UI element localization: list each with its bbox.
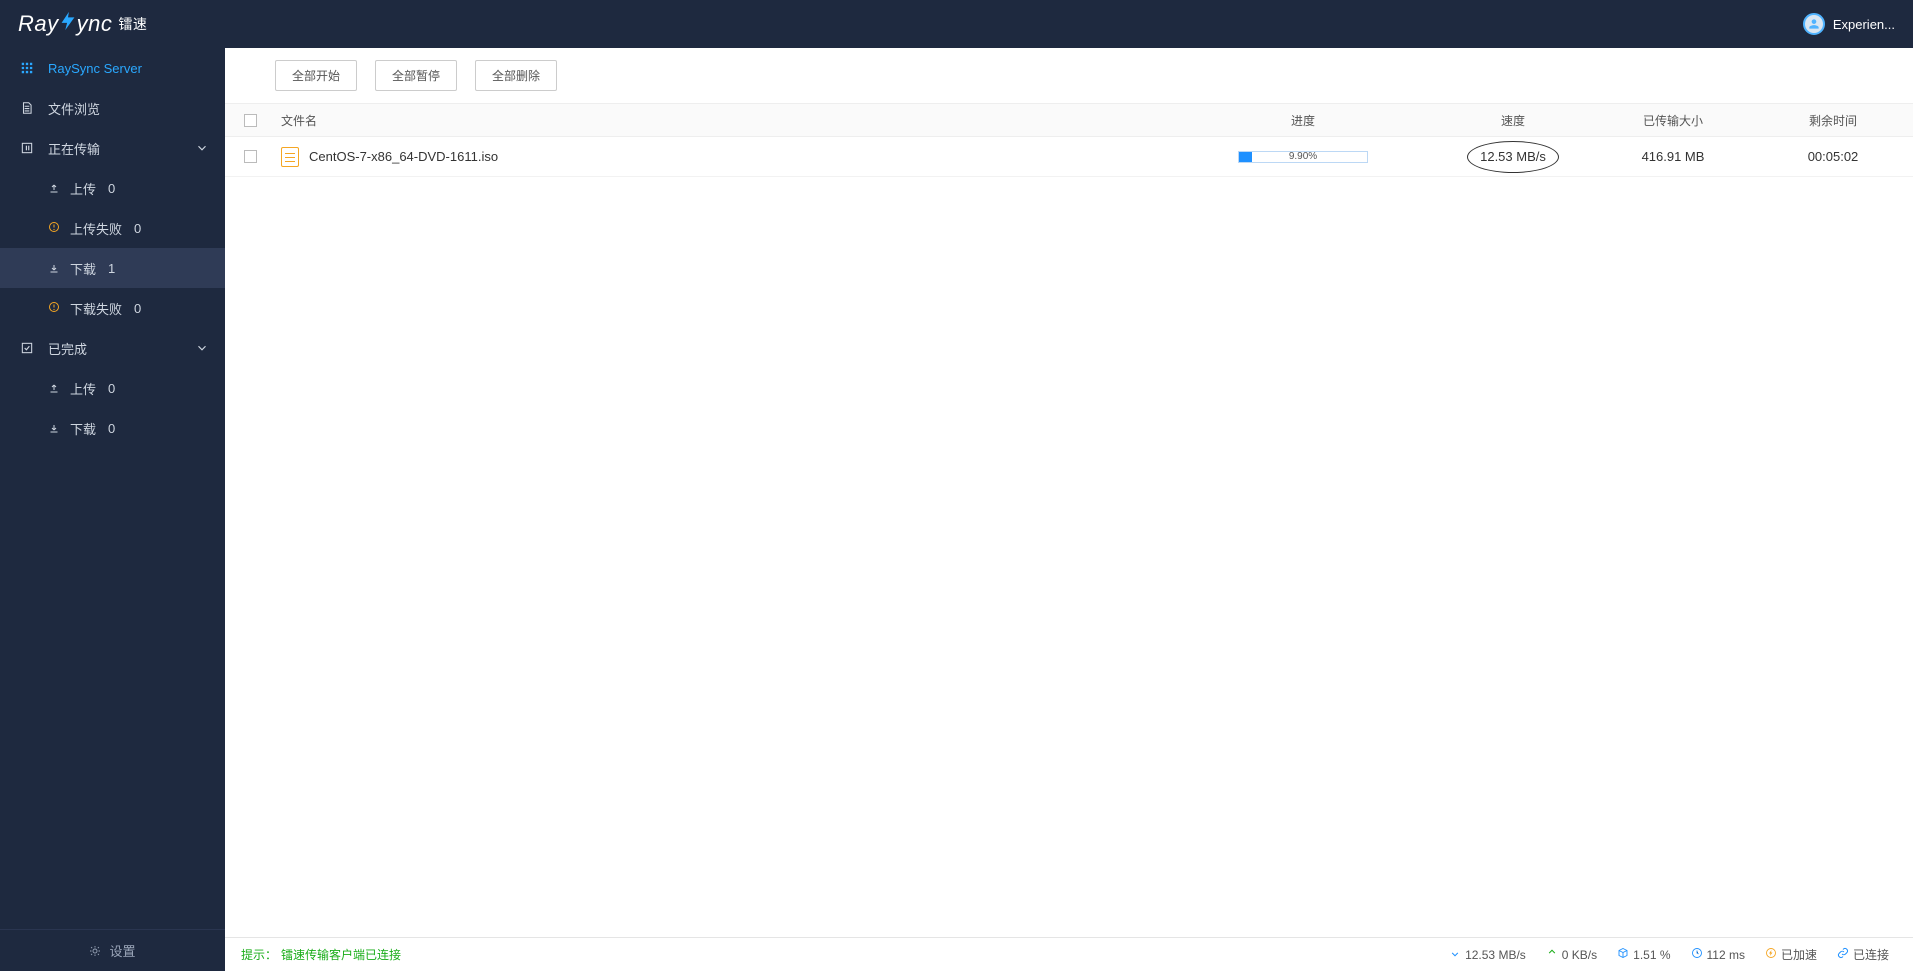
sidebar-sub-upload-fail[interactable]: 上传失败 0: [0, 208, 225, 248]
sidebar-sub-label: 上传: [70, 379, 96, 398]
row-checkbox[interactable]: [244, 150, 257, 163]
avatar-icon: [1803, 13, 1825, 35]
sidebar-sub-download-fail[interactable]: 下载失败 0: [0, 288, 225, 328]
document-icon: [281, 147, 299, 167]
status-bar: 提示： 镭速传输客户端已连接 12.53 MB/s 0 KB/s 1.51 %: [225, 937, 1913, 971]
progress-text: 9.90%: [1239, 152, 1367, 162]
main-panel: 全部开始 全部暂停 全部删除 文件名 进度 速度 已传输大小 剩余时间 Cent…: [225, 48, 1913, 971]
col-progress-header: 进度: [1173, 112, 1433, 129]
status-hint-label: 提示：: [241, 946, 277, 963]
col-name-header: 文件名: [275, 112, 1173, 129]
cube-icon: [1617, 947, 1629, 962]
status-accel: 已加速: [1757, 946, 1825, 963]
sidebar-item-browse[interactable]: 文件浏览: [0, 88, 225, 128]
bolt-icon: [1765, 947, 1777, 962]
col-size-header: 已传输大小: [1593, 112, 1753, 129]
sidebar-sub-label: 下载失败: [70, 299, 122, 318]
status-latency: 112 ms: [1683, 947, 1753, 962]
pause-all-button[interactable]: 全部暂停: [375, 60, 457, 91]
link-icon: [1837, 947, 1849, 962]
sidebar-sub-upload[interactable]: 上传 0: [0, 168, 225, 208]
user-label: Experien...: [1833, 17, 1895, 32]
download-icon: [48, 262, 60, 274]
status-conn: 已连接: [1829, 946, 1897, 963]
col-time-header: 剩余时间: [1753, 112, 1913, 129]
upload-icon: [48, 382, 60, 394]
logo-text-ray: Ray: [18, 11, 59, 37]
warning-icon: [48, 221, 60, 236]
bolt-icon: [57, 10, 79, 39]
sidebar-item-completed[interactable]: 已完成: [0, 328, 225, 368]
sidebar-sub-label: 上传: [70, 179, 96, 198]
sidebar-sub-c-download[interactable]: 下载 0: [0, 408, 225, 448]
sidebar-sub-count: 0: [108, 181, 115, 196]
sidebar-sub-download[interactable]: 下载 1: [0, 248, 225, 288]
status-loss: 1.51 %: [1609, 947, 1678, 962]
sidebar-sub-count: 0: [108, 421, 115, 436]
chevron-down-icon: [195, 141, 209, 155]
grid-icon: [20, 61, 34, 75]
sidebar-sub-count: 0: [108, 381, 115, 396]
warning-icon: [48, 301, 60, 316]
table-row[interactable]: CentOS-7-x86_64-DVD-1611.iso 9.90% 12.53…: [225, 137, 1913, 177]
sidebar: RaySync Server 文件浏览 正在传输 上传 0: [0, 48, 225, 971]
chevron-down-icon: [195, 341, 209, 355]
sidebar-item-label: 已完成: [48, 339, 87, 358]
header-bar: Ray ync 镭速 Experien...: [0, 0, 1913, 48]
arrow-down-icon: [1449, 947, 1461, 962]
status-hint-text: 镭速传输客户端已连接: [281, 946, 401, 963]
download-icon: [48, 422, 60, 434]
status-up-speed: 0 KB/s: [1538, 947, 1605, 962]
status-down-speed: 12.53 MB/s: [1441, 947, 1534, 962]
sidebar-sub-count: 1: [108, 261, 115, 276]
col-speed-header: 速度: [1433, 112, 1593, 129]
transfer-icon: [20, 141, 34, 155]
progress-bar: 9.90%: [1238, 151, 1368, 163]
settings-label: 设置: [109, 941, 135, 960]
delete-all-button[interactable]: 全部删除: [475, 60, 557, 91]
sidebar-item-transferring[interactable]: 正在传输: [0, 128, 225, 168]
logo-text-ync: ync: [77, 11, 113, 37]
logo: Ray ync 镭速: [18, 10, 147, 39]
sidebar-item-label: RaySync Server: [48, 61, 142, 76]
select-all-checkbox[interactable]: [244, 114, 257, 127]
sidebar-item-server[interactable]: RaySync Server: [0, 48, 225, 88]
start-all-button[interactable]: 全部开始: [275, 60, 357, 91]
sidebar-sub-c-upload[interactable]: 上传 0: [0, 368, 225, 408]
logo-cn: 镭速: [118, 14, 147, 34]
sidebar-sub-label: 下载: [70, 259, 96, 278]
user-menu[interactable]: Experien...: [1803, 13, 1895, 35]
sidebar-item-label: 正在传输: [48, 139, 100, 158]
file-icon: [20, 101, 34, 115]
size-value: 416.91 MB: [1593, 149, 1753, 164]
time-value: 00:05:02: [1753, 149, 1913, 164]
sidebar-sub-label: 上传失败: [70, 219, 122, 238]
table-header: 文件名 进度 速度 已传输大小 剩余时间: [225, 103, 1913, 137]
arrow-up-icon: [1546, 947, 1558, 962]
gear-icon: [89, 945, 101, 957]
file-name: CentOS-7-x86_64-DVD-1611.iso: [309, 149, 498, 164]
sidebar-sub-label: 下载: [70, 419, 96, 438]
sidebar-sub-count: 0: [134, 221, 141, 236]
sidebar-item-label: 文件浏览: [48, 99, 100, 118]
toolbar: 全部开始 全部暂停 全部删除: [225, 48, 1913, 103]
check-icon: [20, 341, 34, 355]
clock-icon: [1691, 947, 1703, 962]
sidebar-settings[interactable]: 设置: [0, 929, 225, 971]
speed-value: 12.53 MB/s: [1480, 149, 1546, 164]
sidebar-sub-count: 0: [134, 301, 141, 316]
upload-icon: [48, 182, 60, 194]
